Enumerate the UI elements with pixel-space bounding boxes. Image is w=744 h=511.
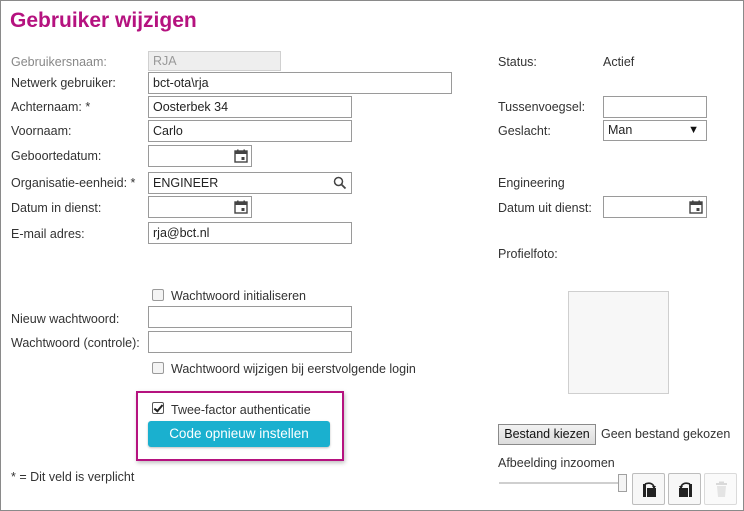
geboortedatum-label: Geboortedatum:: [11, 149, 102, 163]
tussenvoegsel-input[interactable]: [603, 96, 707, 118]
two-factor-label: Twee-factor authenticatie: [171, 403, 311, 417]
tussenvoegsel-label: Tussenvoegsel:: [498, 100, 586, 114]
calendar-icon[interactable]: [234, 200, 248, 214]
datum-in-dienst-label: Datum in dienst:: [11, 201, 102, 215]
voornaam-label: Voornaam:: [11, 124, 72, 138]
caret-down-icon: ▼: [688, 124, 699, 136]
search-icon[interactable]: [333, 176, 347, 190]
calendar-icon[interactable]: [689, 200, 703, 214]
profile-photo-preview: [568, 291, 669, 394]
edit-user-panel: Gebruiker wijzigen Gebruikersnaam: RJA N…: [0, 0, 744, 511]
rotate-right-button[interactable]: [668, 473, 701, 505]
new-password-label: Nieuw wachtwoord:: [11, 312, 120, 326]
email-label: E-mail adres:: [11, 227, 85, 241]
organisatie-value: ENGINEER: [153, 176, 219, 190]
confirm-password-input[interactable]: [148, 331, 352, 353]
init-password-label: Wachtwoord initialiseren: [171, 289, 307, 303]
rotate-left-button[interactable]: [632, 473, 665, 505]
calendar-icon[interactable]: [234, 149, 248, 163]
datum-in-dienst-input[interactable]: [148, 196, 252, 218]
geslacht-select[interactable]: Man ▼: [603, 120, 707, 141]
rotate-right-icon: [679, 482, 692, 497]
zoom-slider-thumb[interactable]: [618, 474, 627, 492]
new-password-input[interactable]: [148, 306, 352, 328]
zoom-slider-track[interactable]: [499, 482, 624, 484]
two-factor-checkbox[interactable]: [152, 402, 164, 414]
achternaam-input[interactable]: Oosterbek 34: [148, 96, 352, 118]
change-next-login-checkbox[interactable]: [152, 362, 164, 374]
netwerk-gebruiker-input[interactable]: bct-ota\rja: [148, 72, 452, 94]
delete-photo-button[interactable]: [704, 473, 737, 505]
geboortedatum-input[interactable]: [148, 145, 252, 167]
achternaam-label: Achternaam: *: [11, 100, 91, 114]
email-input[interactable]: rja@bct.nl: [148, 222, 352, 244]
gebruikersnaam-label: Gebruikersnaam:: [11, 55, 107, 69]
trash-icon: [716, 481, 727, 497]
rotate-left-icon: [643, 482, 656, 497]
confirm-password-label: Wachtwoord (controle):: [11, 336, 140, 350]
organisatie-label: Organisatie-eenheid: *: [11, 176, 136, 190]
profielfoto-label: Profielfoto:: [498, 247, 558, 261]
geslacht-label: Geslacht:: [498, 124, 551, 138]
zoom-label: Afbeelding inzoomen: [498, 456, 615, 470]
page-title: Gebruiker wijzigen: [10, 9, 197, 32]
datum-uit-dienst-label: Datum uit dienst:: [498, 201, 592, 215]
organisatie-name: Engineering: [498, 176, 565, 190]
netwerk-gebruiker-label: Netwerk gebruiker:: [11, 76, 116, 90]
file-status: Geen bestand gekozen: [601, 427, 731, 441]
geslacht-value: Man: [608, 123, 633, 137]
choose-file-button[interactable]: Bestand kiezen: [498, 424, 596, 445]
organisatie-input[interactable]: ENGINEER: [148, 172, 352, 194]
status-value: Actief: [603, 55, 635, 69]
change-next-login-label: Wachtwoord wijzigen bij eerstvolgende lo…: [171, 362, 416, 376]
status-label: Status:: [498, 55, 537, 69]
init-password-checkbox[interactable]: [152, 289, 164, 301]
voornaam-input[interactable]: Carlo: [148, 120, 352, 142]
reset-code-button[interactable]: Code opnieuw instellen: [148, 421, 330, 447]
required-note: * = Dit veld is verplicht: [11, 470, 135, 484]
gebruikersnaam-field: RJA: [148, 51, 281, 71]
datum-uit-dienst-input[interactable]: [603, 196, 707, 218]
